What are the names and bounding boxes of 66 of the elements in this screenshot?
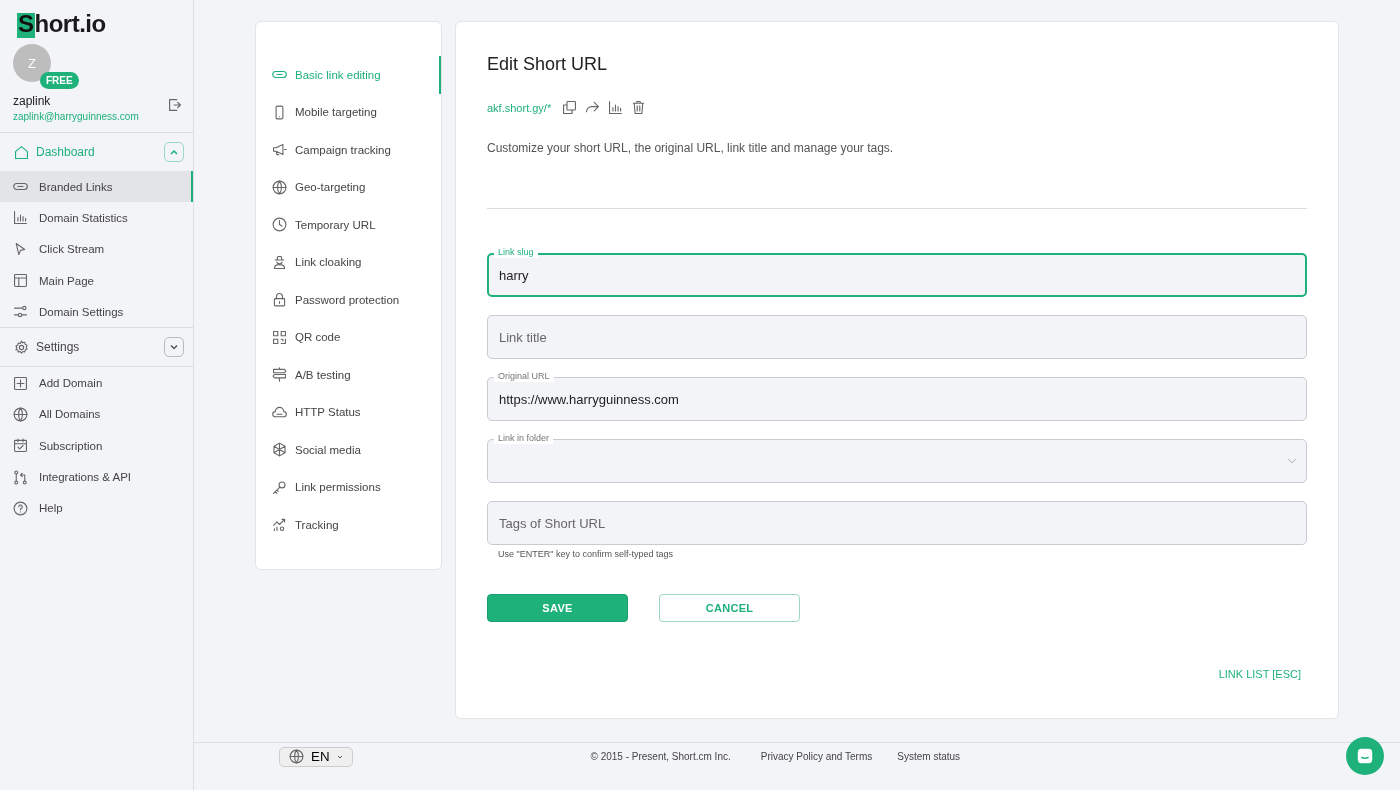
qr-code-icon [271,328,288,346]
page-title: Edit Short URL [487,54,609,75]
trend-chart-icon [271,516,288,534]
field-hint: Use "ENTER" key to confirm self-typed tags [497,549,674,559]
logo-mark: S [17,13,35,38]
nav-item[interactable]: Integrations & API [0,461,193,493]
nav-item[interactable]: Help [0,492,193,524]
nav-item[interactable]: Domain Statistics [0,202,193,234]
copy-icon[interactable] [561,99,579,116]
menu-item[interactable]: Temporary URL [256,206,441,244]
bar-chart-icon[interactable] [607,99,625,116]
nav-item[interactable]: Add Domain [0,367,193,399]
nav-item[interactable]: Subscription [0,430,193,462]
nav-item[interactable]: All Domains [0,398,193,431]
logout-icon [166,96,184,114]
menu-item[interactable]: Mobile targeting [256,93,441,131]
footer-link[interactable]: Privacy Policy and Terms [760,751,873,762]
nav-item[interactable]: Click Stream [0,233,193,265]
signpost-icon [271,366,288,384]
web-icon [271,441,288,459]
home-icon [13,143,30,161]
menu-item[interactable]: Campaign tracking [256,131,441,169]
description: Customize your short URL, the original URL, link title and manage your tags. [487,141,895,155]
branch-icon [12,468,29,486]
bar-chart-icon [12,209,29,227]
globe-icon [12,405,29,423]
user-name: zaplink [13,94,51,108]
chat-button[interactable] [1346,737,1384,775]
layout-icon [12,272,29,290]
footer-link[interactable]: System status [897,751,961,762]
input-field[interactable]: Link title [487,315,1307,359]
plus-icon [12,374,29,392]
menu-item[interactable]: HTTP Status [256,393,441,431]
key-icon [271,478,288,496]
chat-icon [1356,747,1374,765]
language-selector[interactable]: EN [279,746,353,767]
menu-item[interactable]: A/B testing [256,356,441,394]
menu-item[interactable]: Link cloaking [256,243,441,281]
logo-text: hort.io [34,10,106,38]
menu-item[interactable]: Geo-targeting [256,168,441,206]
menu-item[interactable]: QR code [256,318,441,356]
nav-item[interactable]: Branded Links [0,171,193,203]
field-label: Original URL [494,371,554,382]
calendar-icon [12,437,29,455]
nav-item[interactable]: Main Page [0,264,193,297]
input-field[interactable]: Tags of Short URL [487,501,1307,545]
copyright: © 2015 - Present, Short.cm Inc. [590,751,731,762]
nav-item[interactable]: Domain Settings [0,296,193,328]
plan-badge: FREE [40,72,79,89]
settings-icon [13,339,30,356]
menu-item[interactable]: Social media [256,431,441,469]
help-icon [12,499,29,517]
menu-item[interactable]: Link permissions [256,468,441,506]
field-label: Link in folder [494,433,554,444]
globe-icon [271,178,288,196]
menu-item[interactable]: Password protection [256,281,441,319]
lock-icon [271,291,288,309]
hat-figure-icon [271,253,288,271]
user-email: zaplink@harryguinness.com [13,111,139,122]
section-label[interactable]: Settings [36,340,158,355]
clock-icon [271,216,288,234]
expand-button[interactable] [164,337,184,358]
menu-item[interactable]: Tracking [256,506,441,544]
dropdown-field[interactable] [487,439,1307,483]
globe-icon [288,748,305,765]
field-label: Link slug [494,247,538,258]
